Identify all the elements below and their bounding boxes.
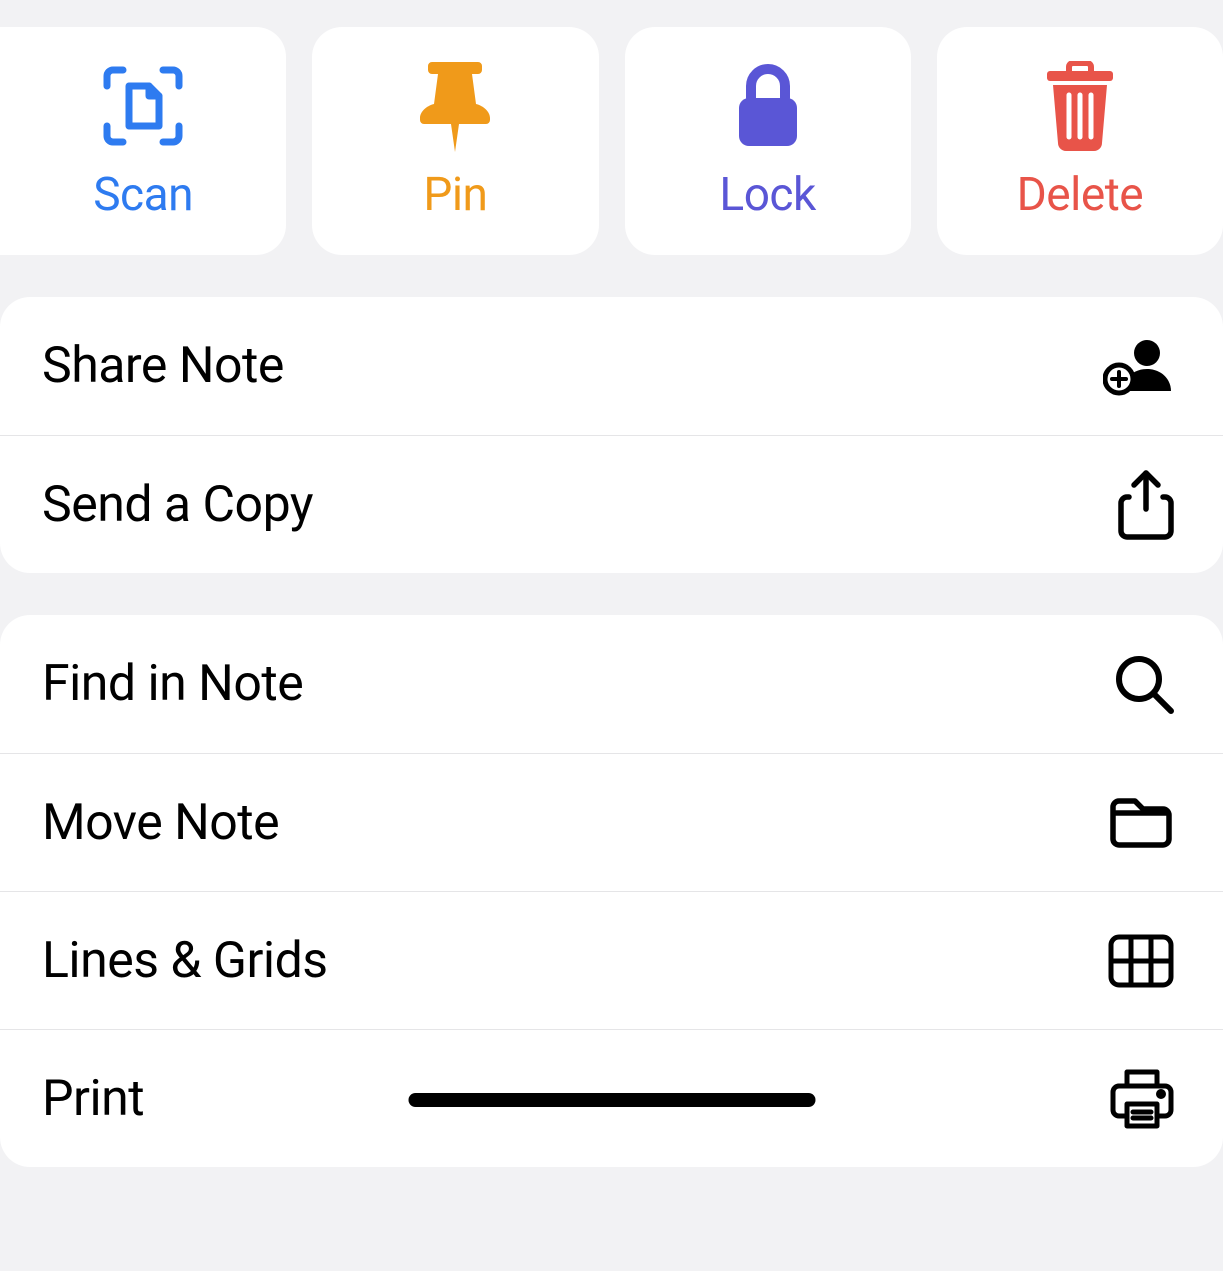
find-in-note-label: Find in Note — [42, 655, 303, 713]
share-note-row[interactable]: Share Note — [0, 297, 1223, 435]
scan-label: Scan — [93, 168, 193, 222]
lines-grids-row[interactable]: Lines & Grids — [0, 891, 1223, 1029]
send-copy-label: Send a Copy — [42, 476, 313, 534]
add-person-icon — [1103, 335, 1175, 397]
print-label: Print — [42, 1070, 144, 1128]
trash-icon — [1039, 60, 1121, 152]
move-note-row[interactable]: Move Note — [0, 753, 1223, 891]
share-group: Share Note Send a Copy — [0, 297, 1223, 573]
options-group: Find in Note Move Note Lines & Grids — [0, 615, 1223, 1167]
lock-label: Lock — [719, 168, 815, 222]
find-in-note-row[interactable]: Find in Note — [0, 615, 1223, 753]
send-copy-row[interactable]: Send a Copy — [0, 435, 1223, 573]
delete-button[interactable]: Delete — [937, 27, 1223, 255]
grid-icon — [1107, 933, 1175, 989]
home-indicator[interactable] — [408, 1093, 815, 1107]
printer-icon — [1109, 1068, 1175, 1130]
scan-button[interactable]: Scan — [0, 27, 286, 255]
move-note-label: Move Note — [42, 794, 279, 852]
pin-label: Pin — [423, 168, 487, 222]
pin-button[interactable]: Pin — [312, 27, 598, 255]
lines-grids-label: Lines & Grids — [42, 932, 328, 990]
lock-icon — [733, 60, 803, 152]
share-note-label: Share Note — [42, 337, 284, 395]
quick-actions-row: Scan Pin Lock — [0, 0, 1223, 255]
pin-icon — [420, 60, 490, 152]
delete-label: Delete — [1017, 168, 1144, 222]
search-icon — [1113, 653, 1175, 715]
folder-icon — [1107, 795, 1175, 851]
lock-button[interactable]: Lock — [625, 27, 911, 255]
share-icon — [1117, 469, 1175, 541]
scan-icon — [101, 60, 185, 152]
